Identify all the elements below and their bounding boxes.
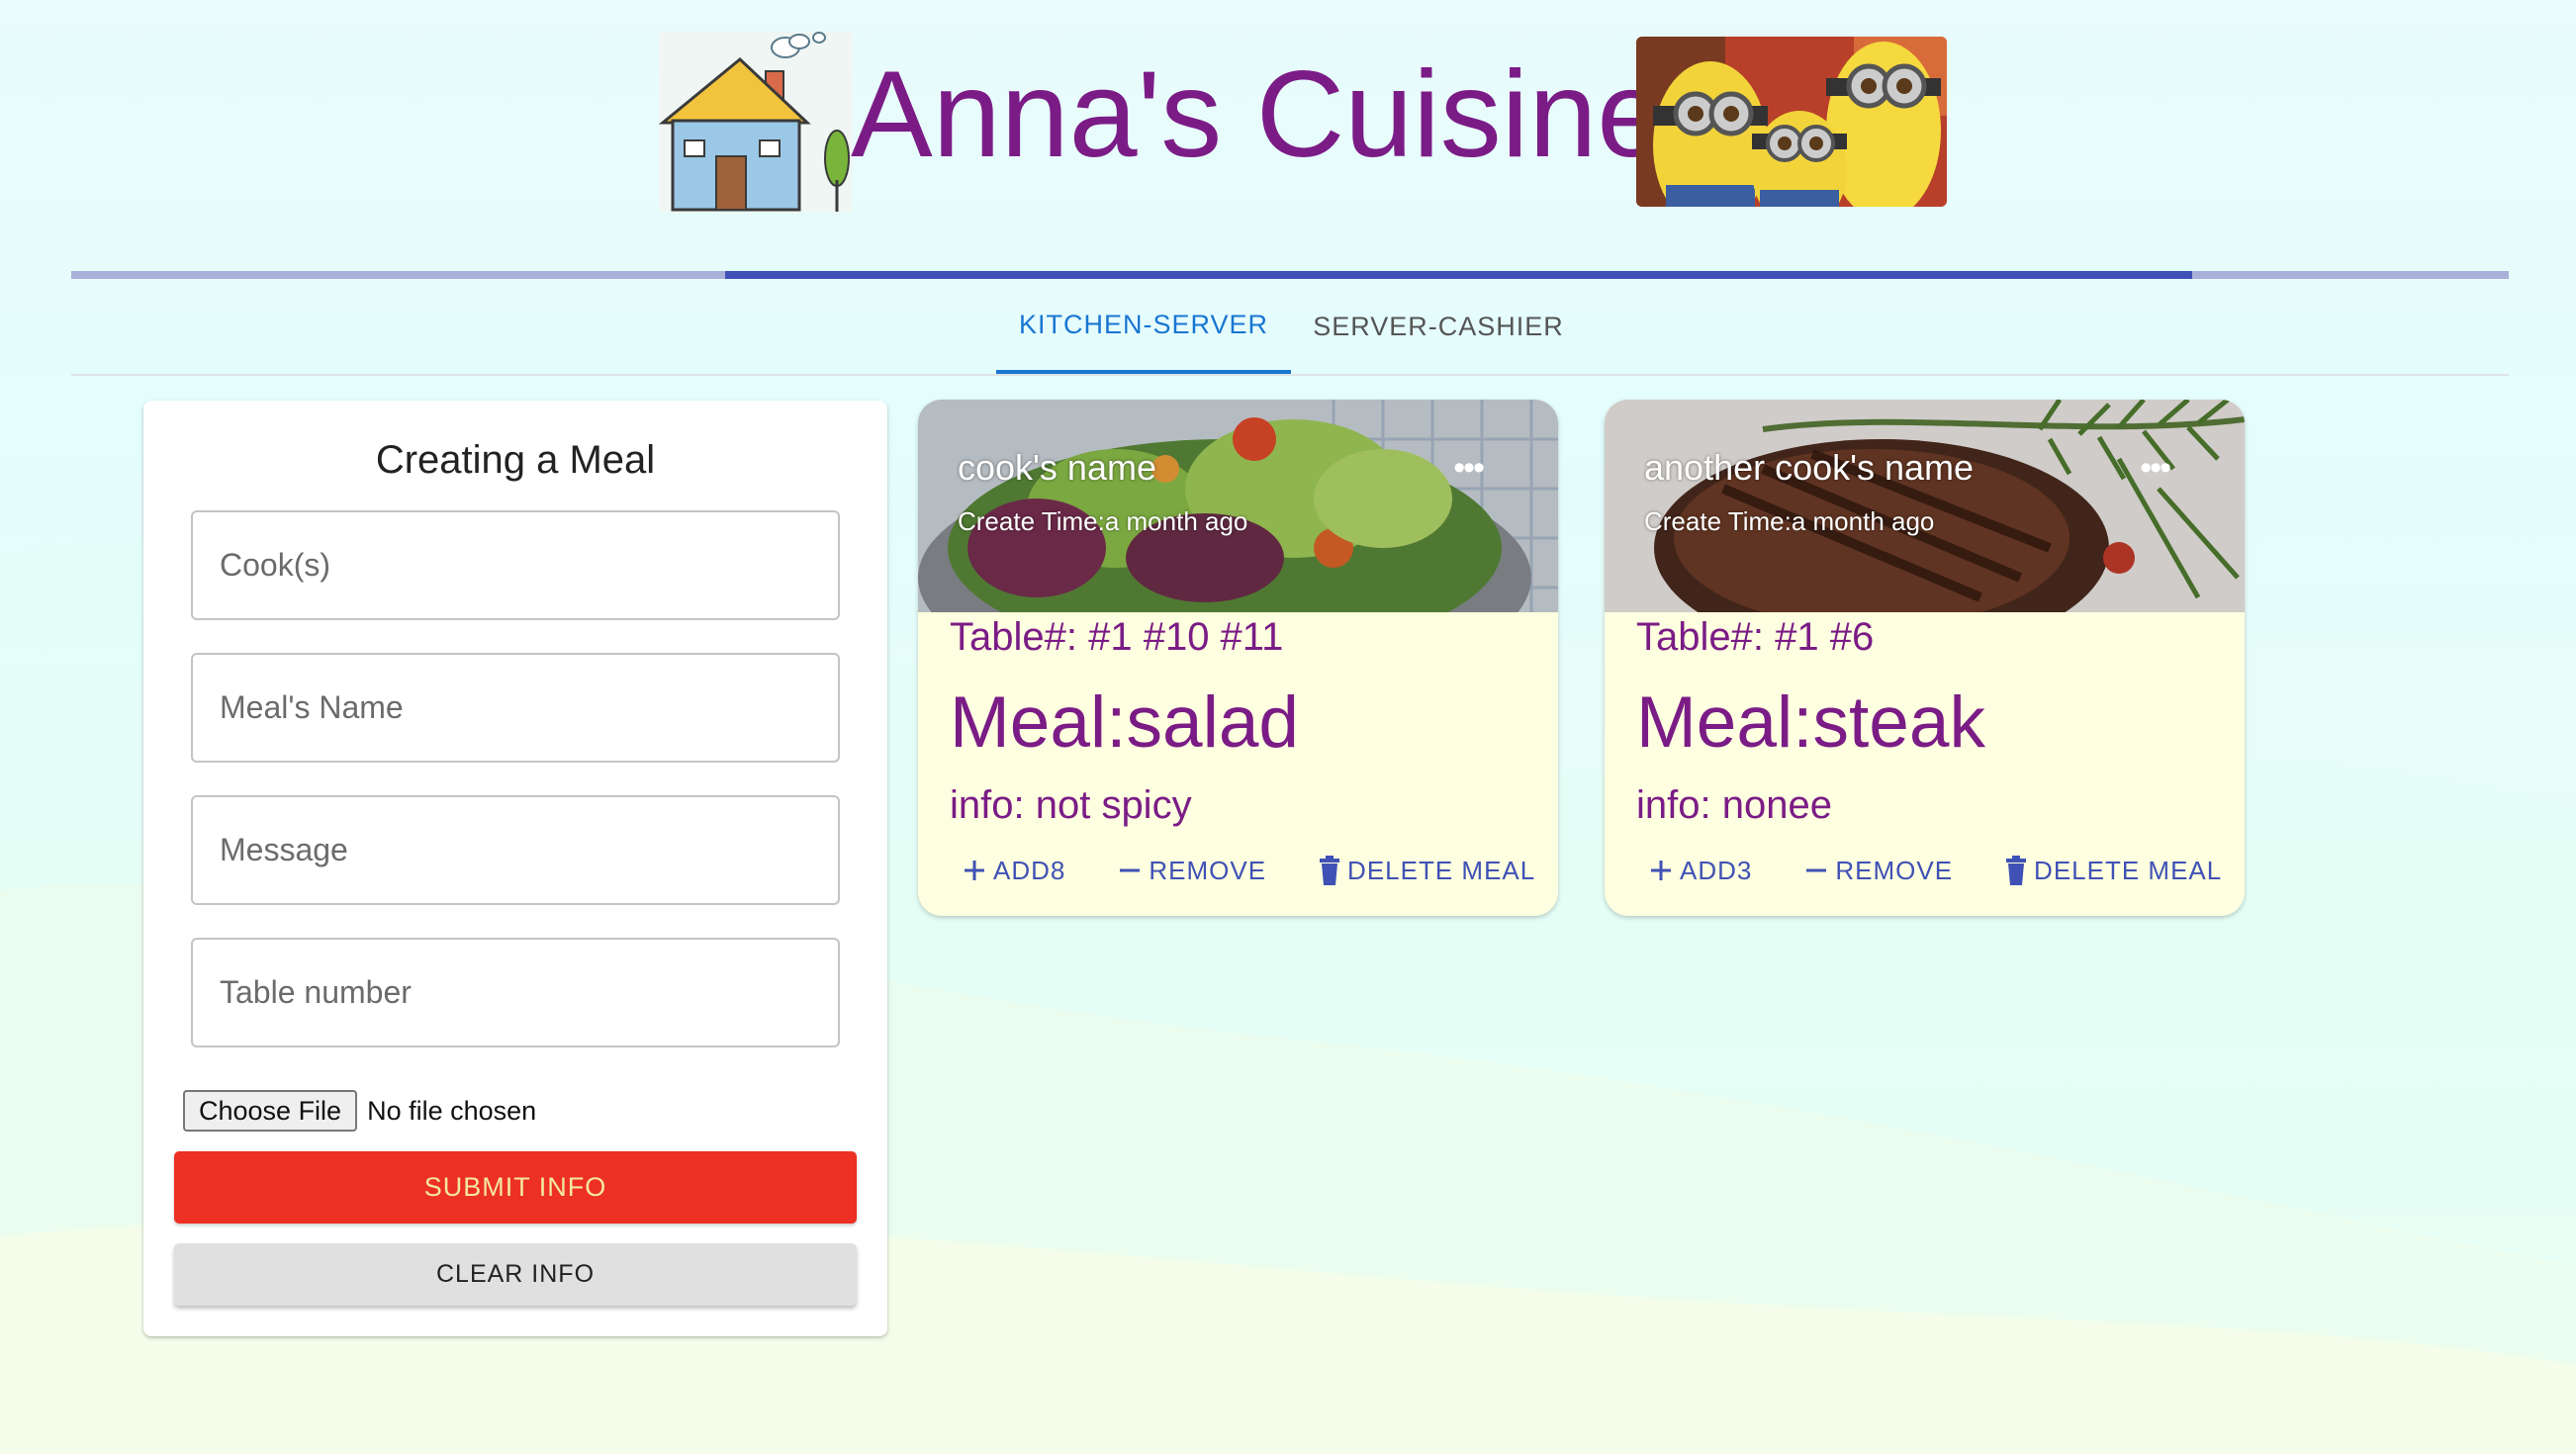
table-number-field[interactable] <box>191 938 840 1047</box>
delete-meal-button[interactable]: DELETE MEAL <box>1318 856 1535 886</box>
house-illustration <box>658 32 853 213</box>
message-field[interactable] <box>191 795 840 905</box>
cook-name: cook's name <box>958 447 1156 488</box>
meal-card: cook's name Create Time:a month ago ••• … <box>918 400 1558 916</box>
add-label: ADD3 <box>1680 855 1753 885</box>
meal-card: another cook's name Create Time:a month … <box>1605 400 2245 916</box>
cook-name: another cook's name <box>1644 447 1975 488</box>
meal-name-input[interactable] <box>220 689 838 726</box>
plus-icon <box>962 858 987 883</box>
submit-info-button[interactable]: SUBMIT INFO <box>174 1151 857 1224</box>
remove-button[interactable]: REMOVE <box>1117 856 1266 886</box>
trash-icon <box>2004 856 2028 885</box>
minions-photo <box>1636 37 1947 207</box>
meal-info: info: nonee <box>1636 783 1832 827</box>
form-title: Creating a Meal <box>375 438 656 482</box>
delete-label: DELETE MEAL <box>1347 855 1536 885</box>
add-button[interactable]: ADD3 <box>1648 856 1752 886</box>
create-meal-form: Creating a Meal Choose File No file chos… <box>143 401 887 1336</box>
message-input[interactable] <box>220 832 838 868</box>
cooks-input[interactable] <box>220 547 838 584</box>
create-time: Create Time:a month ago <box>1644 506 1935 536</box>
delete-meal-button[interactable]: DELETE MEAL <box>2004 856 2222 886</box>
card-actions: ADD8 REMOVE DELETE MEAL <box>962 851 1535 890</box>
table-numbers: Table#: #1 #10 #11 <box>950 615 1284 659</box>
file-status: No file chosen <box>367 1095 537 1126</box>
table-number-input[interactable] <box>220 974 838 1011</box>
more-horizontal-icon[interactable]: ••• <box>1453 449 1485 488</box>
minus-icon <box>1803 858 1829 883</box>
app-header: Anna's Cuisine <box>0 32 2576 215</box>
clear-info-button[interactable]: CLEAR INFO <box>174 1243 857 1306</box>
meal-name: Meal:steak <box>1636 682 1985 763</box>
plus-icon <box>1648 858 1674 883</box>
delete-label: DELETE MEAL <box>2034 855 2223 885</box>
create-time: Create Time:a month ago <box>958 506 1248 536</box>
progress-fill <box>725 271 2192 279</box>
remove-label: REMOVE <box>1149 855 1267 885</box>
card-actions: ADD3 REMOVE DELETE MEAL <box>1648 851 2222 890</box>
choose-file-button[interactable]: Choose File <box>183 1090 358 1132</box>
trash-icon <box>1318 856 1341 885</box>
app-title: Anna's Cuisine <box>851 46 1666 183</box>
cooks-field[interactable] <box>191 510 840 620</box>
remove-button[interactable]: REMOVE <box>1803 856 1953 886</box>
add-label: ADD8 <box>993 855 1066 885</box>
more-horizontal-icon[interactable]: ••• <box>2140 449 2171 488</box>
minus-icon <box>1117 858 1143 883</box>
table-numbers: Table#: #1 #6 <box>1636 615 1875 659</box>
file-upload: Choose File No file chosen <box>183 1090 536 1132</box>
meal-name-field[interactable] <box>191 653 840 763</box>
tab-server-cashier[interactable]: SERVER-CASHIER <box>1291 279 1586 374</box>
meal-name: Meal:salad <box>950 682 1300 763</box>
tab-kitchen-server[interactable]: KITCHEN-SERVER <box>996 279 1291 374</box>
tab-bar: KITCHEN-SERVER SERVER-CASHIER <box>71 279 2509 376</box>
meal-info: info: not spicy <box>950 783 1192 827</box>
remove-label: REMOVE <box>1835 855 1954 885</box>
add-button[interactable]: ADD8 <box>962 856 1065 886</box>
